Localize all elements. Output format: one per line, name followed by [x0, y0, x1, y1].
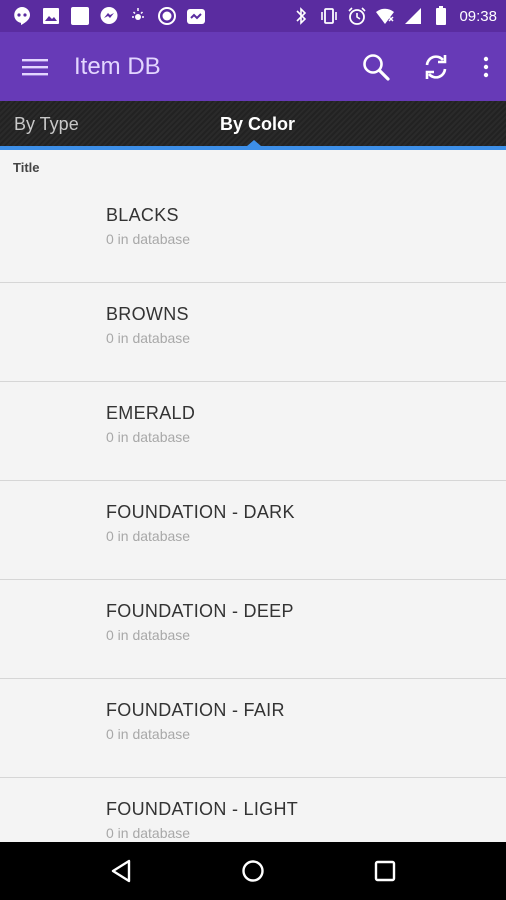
image-icon — [41, 6, 61, 26]
item-subtitle: 0 in database — [106, 726, 191, 742]
item-subtitle: 0 in database — [106, 528, 191, 544]
item-subtitle: 0 in database — [106, 330, 191, 346]
brightness-icon — [128, 6, 148, 26]
section-header: Title — [13, 159, 40, 175]
item-subtitle: 0 in database — [106, 627, 191, 643]
system-status-icons: 09:38 — [291, 6, 506, 26]
list-item[interactable]: EMERALD 0 in database — [0, 382, 506, 481]
list-item[interactable]: FOUNDATION - DEEP 0 in database — [0, 580, 506, 679]
item-title: EMERALD — [106, 403, 196, 423]
search-icon — [363, 53, 390, 81]
photo-app-icon — [186, 6, 206, 26]
home-icon — [242, 860, 264, 882]
menu-button[interactable] — [0, 32, 70, 101]
list-item[interactable]: BROWNS 0 in database — [0, 283, 506, 382]
list-item[interactable]: BLACKS 0 in database — [0, 184, 506, 283]
item-title: FOUNDATION - FAIR — [106, 700, 285, 720]
hamburger-menu-icon — [22, 58, 48, 75]
white-square-icon — [70, 6, 90, 26]
vibrate-icon — [319, 6, 339, 26]
camera-shutter-icon — [157, 6, 177, 26]
item-subtitle: 0 in database — [106, 429, 191, 445]
messenger-icon — [99, 6, 119, 26]
list-item[interactable]: FOUNDATION - LIGHT 0 in database — [0, 778, 506, 842]
item-subtitle: 0 in database — [106, 825, 191, 841]
list-item[interactable]: FOUNDATION - DARK 0 in database — [0, 481, 506, 580]
tab-bar: By Type By Color — [0, 101, 506, 150]
app-bar: Item DB — [0, 32, 506, 101]
refresh-button[interactable] — [406, 32, 466, 101]
signal-icon — [403, 6, 423, 26]
bluetooth-icon — [291, 6, 311, 26]
back-button[interactable] — [91, 842, 151, 900]
recents-icon — [374, 860, 396, 882]
item-title: FOUNDATION - LIGHT — [106, 799, 299, 819]
search-button[interactable] — [346, 32, 406, 101]
alarm-icon — [347, 6, 367, 26]
back-icon — [111, 859, 131, 883]
item-title: BROWNS — [106, 304, 189, 324]
overflow-menu-button[interactable] — [466, 32, 506, 101]
status-bar: 09:38 — [0, 0, 506, 32]
app-bar-actions — [346, 32, 506, 101]
battery-icon — [431, 6, 451, 26]
item-subtitle: 0 in database — [106, 231, 191, 247]
item-title: FOUNDATION - DEEP — [106, 601, 294, 621]
hangouts-icon — [12, 6, 32, 26]
more-vertical-icon — [483, 56, 489, 77]
color-list: Title BLACKS 0 in database BROWNS 0 in d… — [0, 150, 506, 842]
refresh-icon — [425, 54, 447, 79]
clock: 09:38 — [459, 7, 497, 25]
item-title: FOUNDATION - DARK — [106, 502, 295, 522]
page-title: Item DB — [74, 52, 161, 80]
system-nav-bar — [0, 842, 506, 900]
wifi-icon — [375, 6, 395, 26]
home-button[interactable] — [223, 842, 283, 900]
list-item[interactable]: FOUNDATION - FAIR 0 in database — [0, 679, 506, 778]
item-title: BLACKS — [106, 205, 179, 225]
notification-icons — [0, 6, 206, 26]
recents-button[interactable] — [355, 842, 415, 900]
tab-by-type[interactable]: By Type — [14, 101, 79, 147]
